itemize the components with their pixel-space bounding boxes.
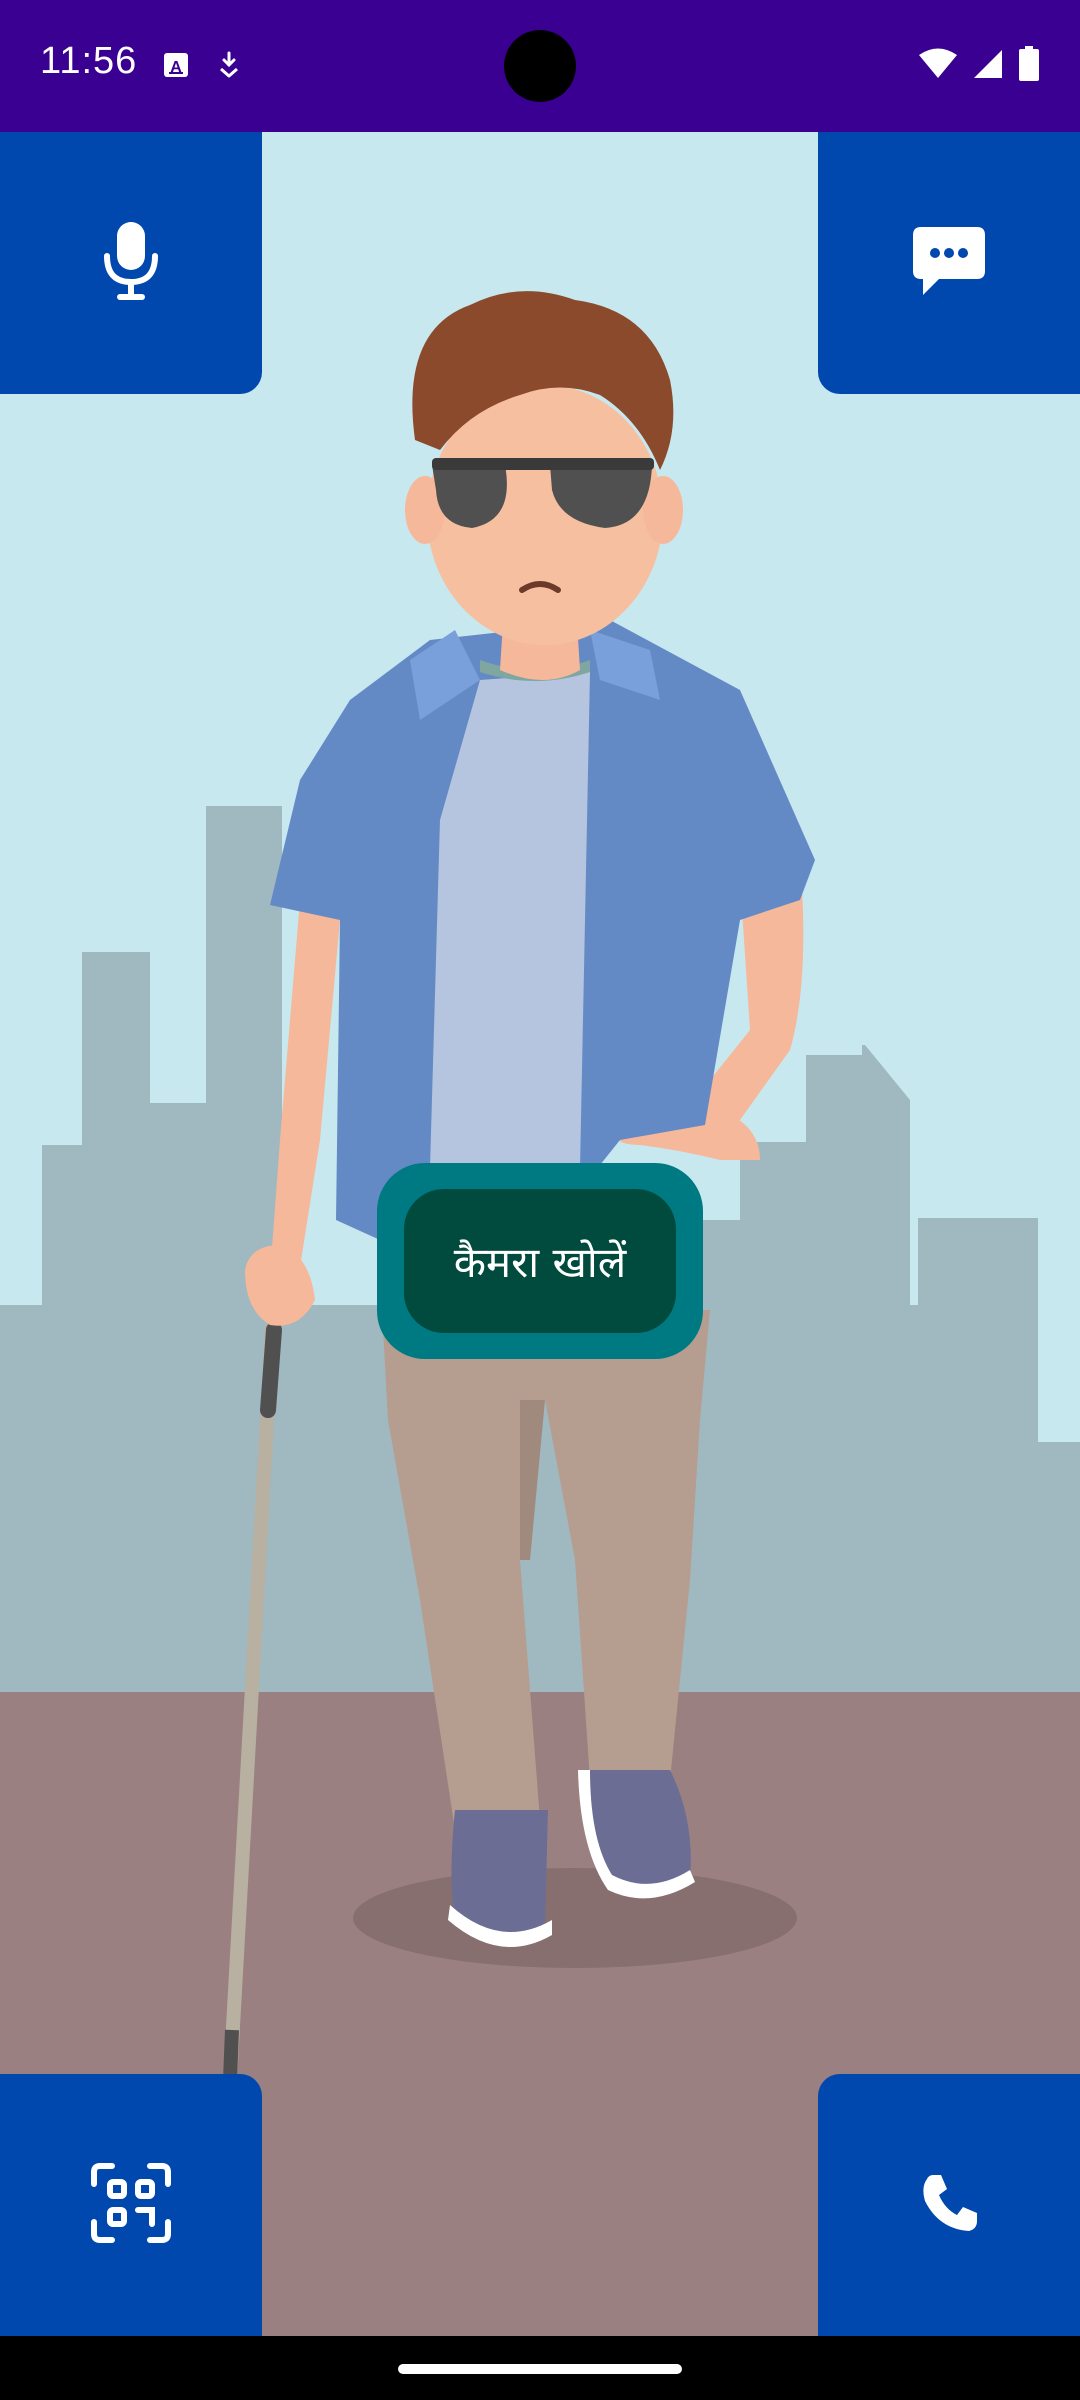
cellular-signal-icon: [972, 48, 1004, 85]
app-screen: 11:56 A कैमरा खोलें: [0, 0, 1080, 2400]
qr-scan-icon: [90, 2162, 172, 2249]
navigation-bar: [0, 2336, 1080, 2400]
status-bar: 11:56 A: [0, 0, 1080, 132]
camera-cutout: [504, 30, 576, 102]
chat-bubble-icon: [911, 223, 987, 304]
battery-icon: [1018, 46, 1040, 87]
chat-button[interactable]: [818, 132, 1080, 394]
microphone-icon: [101, 220, 161, 307]
status-time: 11:56: [40, 40, 138, 82]
call-button[interactable]: [818, 2074, 1080, 2336]
home-gesture-handle[interactable]: [398, 2364, 682, 2374]
phone-icon: [919, 2173, 979, 2238]
open-camera-button[interactable]: कैमरा खोलें: [404, 1189, 676, 1333]
system-icons: [918, 46, 1040, 87]
camera-button-container: कैमरा खोलें: [377, 1163, 703, 1359]
text-notification-icon: A: [162, 51, 190, 84]
notification-icons: A: [162, 50, 242, 85]
qr-scan-button[interactable]: [0, 2074, 262, 2336]
microphone-button[interactable]: [0, 132, 262, 394]
wifi-icon: [918, 48, 958, 85]
download-notification-icon: [216, 50, 242, 85]
